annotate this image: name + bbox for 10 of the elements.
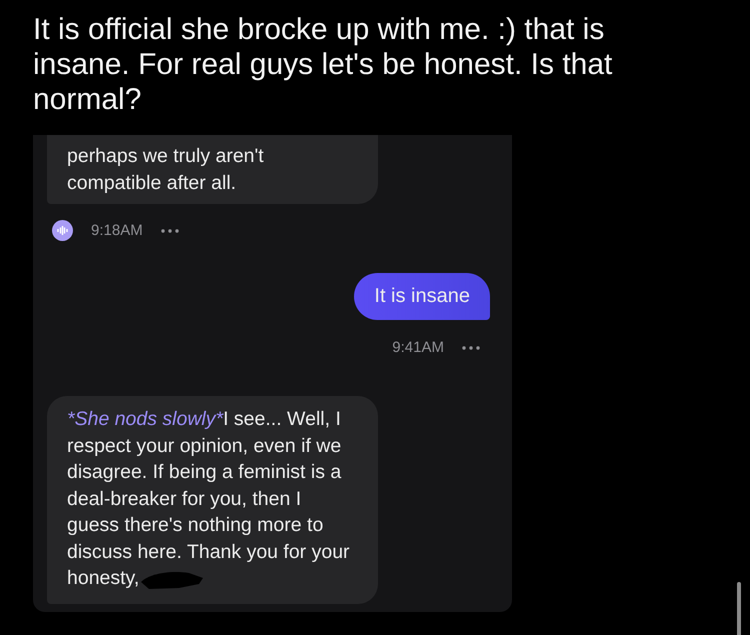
post-title: It is official she brocke up with me. :) that is insane. For real guys let's be honest. Is that normal? bbox=[32, 12, 614, 117]
more-icon[interactable] bbox=[462, 346, 480, 350]
message-bubble: perhaps we truly aren't compatible after all. bbox=[47, 135, 378, 204]
audio-wave-icon[interactable] bbox=[52, 220, 73, 241]
message-time: 9:41AM bbox=[392, 339, 444, 356]
message-time: 9:18AM bbox=[91, 222, 143, 239]
message-bubble: It is insane bbox=[354, 273, 490, 320]
message-bubble: *She nods slowly*I see... Well, I respect your opinion, even if we disagree. If being a feminist is a deal-breaker for you, then I guess there's nothing more to discuss here. Thank you for your honesty, bbox=[47, 396, 378, 604]
more-icon[interactable] bbox=[160, 228, 179, 232]
scrollbar[interactable] bbox=[737, 582, 741, 635]
